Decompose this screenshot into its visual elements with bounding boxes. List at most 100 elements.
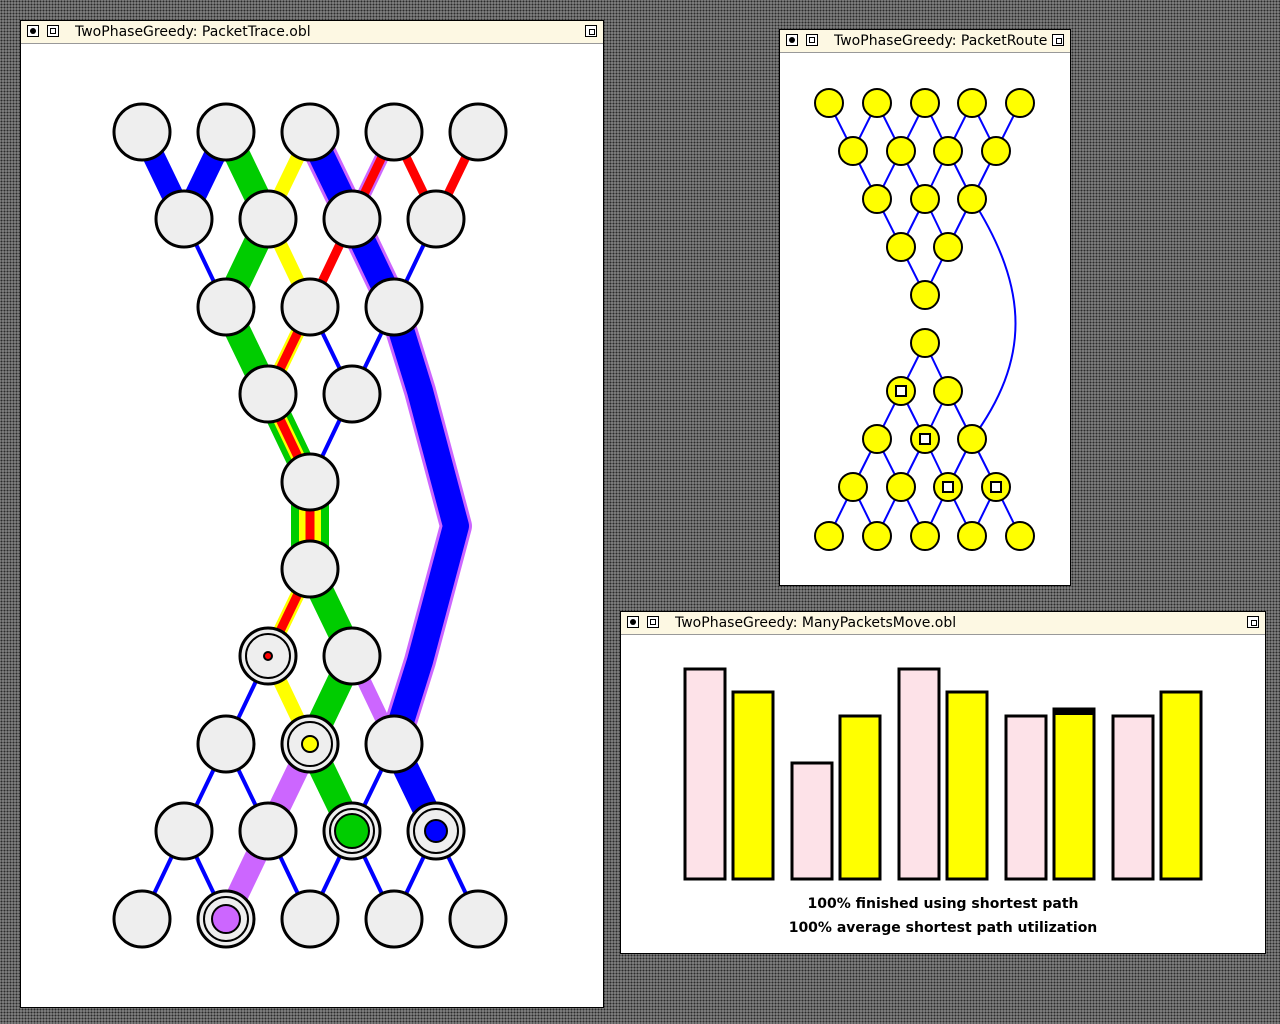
route-curve bbox=[971, 198, 1017, 440]
window-menu-icon[interactable] bbox=[47, 25, 59, 37]
route-node bbox=[957, 184, 987, 214]
window-menu-icon[interactable] bbox=[806, 34, 818, 46]
route-node bbox=[862, 88, 892, 118]
route-node bbox=[981, 136, 1011, 166]
network-node bbox=[322, 189, 382, 249]
red-packet bbox=[263, 651, 273, 661]
packet-paths bbox=[132, 125, 483, 924]
route-links bbox=[828, 102, 1021, 537]
route-node bbox=[838, 472, 868, 502]
route-node bbox=[957, 88, 987, 118]
network-node bbox=[112, 102, 172, 162]
packet-trace-network bbox=[112, 102, 508, 949]
network-node bbox=[280, 277, 340, 337]
route-node bbox=[933, 232, 963, 262]
network-node bbox=[280, 102, 340, 162]
network-node bbox=[196, 102, 256, 162]
bar-yellow bbox=[945, 690, 989, 881]
network-node bbox=[280, 452, 340, 512]
route-node bbox=[862, 521, 892, 551]
route-node bbox=[886, 232, 916, 262]
packet-marker bbox=[942, 481, 954, 493]
zoom-box-icon[interactable] bbox=[1247, 616, 1259, 628]
network-node bbox=[448, 889, 508, 949]
network-node bbox=[238, 189, 298, 249]
close-box-icon[interactable] bbox=[27, 25, 39, 37]
network-node bbox=[154, 189, 214, 249]
route-node bbox=[1005, 521, 1035, 551]
route-node bbox=[862, 424, 892, 454]
route-node bbox=[933, 376, 963, 406]
route-node bbox=[910, 184, 940, 214]
network-node bbox=[280, 889, 340, 949]
route-node bbox=[838, 136, 868, 166]
route-node bbox=[886, 472, 916, 502]
network-node bbox=[322, 364, 382, 424]
network-node bbox=[448, 102, 508, 162]
network-node bbox=[154, 801, 214, 861]
network-node bbox=[238, 364, 298, 424]
packet-route-window: TwoPhaseGreedy: PacketRoute bbox=[779, 29, 1071, 586]
bar-pink bbox=[1111, 714, 1155, 881]
network-node bbox=[196, 277, 256, 337]
yellow-packet bbox=[301, 735, 319, 753]
packet-marker bbox=[919, 433, 931, 445]
title-bar[interactable]: TwoPhaseGreedy: PacketTrace.obl bbox=[21, 21, 603, 44]
bar-pink bbox=[1004, 714, 1048, 881]
network-node bbox=[196, 714, 256, 774]
trace-canvas bbox=[21, 44, 603, 1007]
network-node bbox=[280, 539, 340, 599]
route-node bbox=[910, 328, 940, 358]
stat-finished: 100% finished using shortest path bbox=[807, 896, 1079, 912]
network-node bbox=[364, 277, 424, 337]
route-node bbox=[910, 88, 940, 118]
packet-marker bbox=[990, 481, 1002, 493]
route-node bbox=[862, 184, 892, 214]
violet-packet bbox=[211, 904, 241, 934]
bar-pink bbox=[790, 761, 834, 881]
bar-yellow bbox=[838, 714, 882, 881]
zoom-box-icon[interactable] bbox=[1052, 34, 1064, 46]
route-node bbox=[957, 424, 987, 454]
title-bar[interactable]: TwoPhaseGreedy: PacketRoute bbox=[780, 30, 1070, 53]
network-node bbox=[364, 102, 424, 162]
window-title: TwoPhaseGreedy: PacketRoute bbox=[834, 33, 1048, 49]
route-canvas bbox=[780, 53, 1070, 585]
zoom-box-icon[interactable] bbox=[585, 25, 597, 37]
many-packets-window: TwoPhaseGreedy: ManyPacketsMove.obl 100%… bbox=[620, 611, 1266, 954]
close-box-icon[interactable] bbox=[786, 34, 798, 46]
network-node bbox=[364, 889, 424, 949]
blue-packet bbox=[424, 819, 448, 843]
packet-trace-window: TwoPhaseGreedy: PacketTrace.obl bbox=[20, 20, 604, 1008]
bar-yellow bbox=[1159, 690, 1203, 881]
bar-chart-area: 100% finished using shortest path 100% a… bbox=[621, 635, 1265, 953]
route-node bbox=[933, 136, 963, 166]
bar-yellow bbox=[731, 690, 775, 881]
bar-cap bbox=[1054, 709, 1094, 715]
window-title: TwoPhaseGreedy: PacketTrace.obl bbox=[75, 24, 311, 40]
network-node bbox=[406, 189, 466, 249]
network-node bbox=[238, 801, 298, 861]
close-box-icon[interactable] bbox=[627, 616, 639, 628]
window-title: TwoPhaseGreedy: ManyPacketsMove.obl bbox=[675, 615, 957, 631]
packet-marker bbox=[895, 385, 907, 397]
window-menu-icon[interactable] bbox=[647, 616, 659, 628]
route-node bbox=[1005, 88, 1035, 118]
route-node bbox=[814, 88, 844, 118]
route-nodes bbox=[814, 88, 1035, 551]
bar-pink bbox=[683, 667, 727, 881]
route-node bbox=[910, 521, 940, 551]
network-node bbox=[364, 714, 424, 774]
title-bar[interactable]: TwoPhaseGreedy: ManyPacketsMove.obl bbox=[621, 612, 1265, 635]
route-node bbox=[814, 521, 844, 551]
network-node bbox=[322, 626, 382, 686]
green-packet bbox=[334, 813, 370, 849]
packet-path-green bbox=[297, 563, 365, 837]
stat-utilization: 100% average shortest path utilization bbox=[788, 920, 1098, 936]
network-node bbox=[112, 889, 172, 949]
route-node bbox=[910, 280, 940, 310]
bar-yellow bbox=[1052, 707, 1096, 881]
packet-route-network bbox=[814, 88, 1035, 551]
bar-pink bbox=[897, 667, 941, 881]
route-node bbox=[957, 521, 987, 551]
